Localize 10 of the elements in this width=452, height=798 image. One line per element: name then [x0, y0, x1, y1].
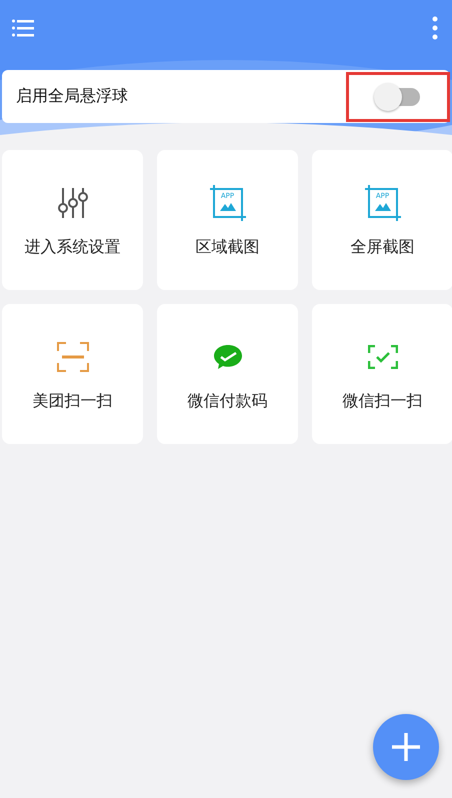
plus-icon: [392, 733, 420, 761]
shortcut-tile[interactable]: 美团扫一扫: [2, 304, 143, 444]
setting-label: 启用全局悬浮球: [16, 86, 128, 107]
add-button[interactable]: [373, 714, 439, 780]
menu-icon[interactable]: [10, 17, 36, 39]
shortcut-tile[interactable]: 微信付款码: [157, 304, 298, 444]
shortcut-tile[interactable]: 进入系统设置: [2, 150, 143, 290]
sliders-icon: [56, 188, 88, 218]
more-icon[interactable]: [430, 14, 440, 42]
shortcut-tile[interactable]: 微信扫一扫: [312, 304, 452, 444]
